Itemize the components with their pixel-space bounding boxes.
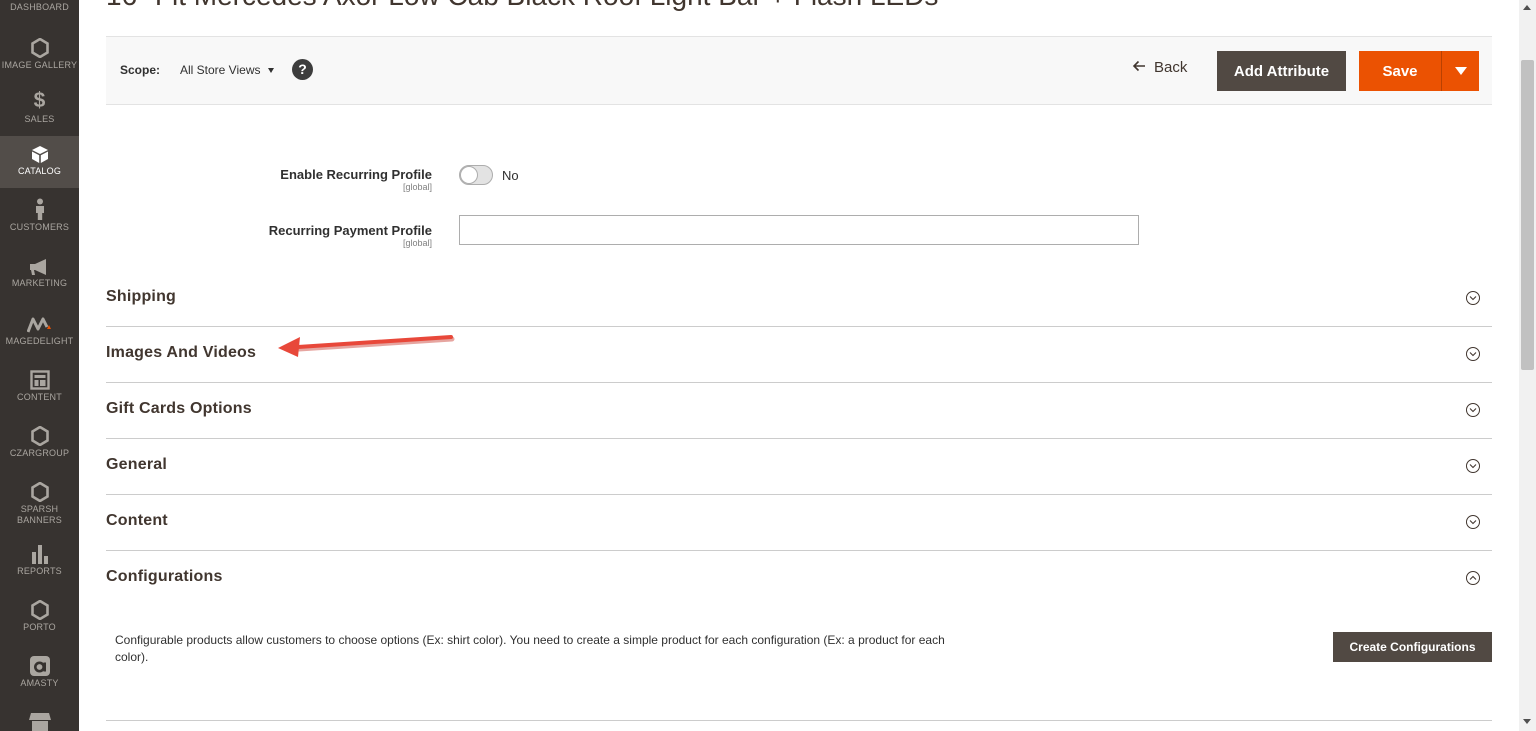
section-title: General — [106, 456, 167, 473]
chevron-up-icon — [1466, 571, 1480, 585]
chevron-down-icon — [1466, 403, 1480, 417]
nav-item-dashboard[interactable]: DASHBOARD — [0, 0, 79, 24]
scope-value: All Store Views — [180, 63, 261, 77]
page-title: 16" Fit Mercedes Axor Low Cab Black Roof… — [106, 0, 938, 10]
scope-switcher[interactable]: All Store Views — [180, 63, 275, 77]
layout-icon — [29, 366, 50, 390]
enable-recurring-profile-value: No — [502, 168, 519, 183]
hexagon-icon — [30, 422, 49, 446]
nav-label-customers: CUSTOMERS — [9, 222, 70, 232]
back-button-label: Back — [1154, 59, 1188, 76]
nav-label-amasty: AMASTY — [20, 678, 59, 688]
help-icon[interactable]: ? — [292, 59, 313, 80]
hexagon-icon — [30, 34, 49, 58]
nav-item-reports[interactable]: REPORTS — [0, 540, 79, 582]
page-scrollbar[interactable] — [1519, 0, 1536, 731]
nav-label-image-gallery: IMAGE GALLERY — [1, 60, 78, 70]
scrollbar-thumb[interactable] — [1521, 60, 1534, 370]
chevron-down-icon — [1454, 67, 1467, 75]
nav-item-porto[interactable]: PORTO — [0, 596, 79, 638]
section-title: Images And Videos — [106, 344, 257, 361]
scroll-up-icon[interactable] — [1523, 5, 1531, 10]
nav-item-amasty[interactable]: AMASTY — [0, 652, 79, 694]
section-title: Shipping — [106, 288, 177, 305]
section-shipping[interactable]: Shipping — [106, 271, 1492, 327]
chevron-down-icon — [268, 67, 275, 73]
section-content[interactable]: Content — [106, 495, 1492, 551]
nav-item-stores[interactable] — [0, 708, 79, 731]
nav-label-sparsh-banners: SPARSH BANNERS — [17, 504, 62, 525]
nav-item-image-gallery[interactable]: IMAGE GALLERY — [0, 34, 79, 84]
nav-label-reports: REPORTS — [17, 566, 62, 576]
section-title: Configurations — [106, 568, 223, 585]
add-attribute-button[interactable]: Add Attribute — [1217, 51, 1346, 91]
nav-label-content: CONTENT — [17, 392, 62, 402]
nav-item-magedelight[interactable]: MAGEDELIGHT — [0, 310, 79, 356]
nav-label-catalog: CATALOG — [17, 166, 62, 176]
nav-label-czargroup: CZARGROUP — [9, 448, 70, 458]
admin-sidebar: DASHBOARD IMAGE GALLERY $ SALES CATALOG … — [0, 0, 79, 731]
arrow-left-icon — [1132, 59, 1146, 76]
section-divider — [106, 720, 1492, 721]
nav-label-sales: SALES — [24, 114, 55, 124]
nav-item-marketing[interactable]: MARKETING — [0, 252, 79, 298]
hexagon-icon — [30, 596, 49, 620]
section-title: Content — [106, 512, 168, 529]
section-title: Gift Cards Options — [106, 400, 252, 417]
enable-recurring-profile-toggle[interactable] — [459, 165, 493, 185]
nav-label-porto: PORTO — [23, 622, 56, 632]
amasty-icon — [29, 652, 50, 676]
field-scope-global: [global] — [402, 182, 432, 192]
save-options-toggle[interactable] — [1441, 51, 1479, 91]
recurring-payment-profile-label-text: Recurring Payment Profile — [268, 223, 432, 238]
save-split-button: Save — [1359, 51, 1479, 91]
megaphone-icon — [29, 252, 51, 276]
toggle-knob — [460, 166, 478, 184]
back-button[interactable]: Back — [1132, 59, 1187, 76]
nav-item-czargroup[interactable]: CZARGROUP — [0, 422, 79, 464]
nav-item-catalog[interactable]: CATALOG — [0, 136, 79, 188]
scope-label: Scope: — [120, 63, 161, 77]
annotation-arrow-icon — [278, 335, 455, 357]
nav-item-content[interactable]: CONTENT — [0, 366, 79, 408]
chevron-down-icon — [1466, 459, 1480, 473]
scroll-down-icon[interactable] — [1523, 719, 1531, 724]
enable-recurring-profile-label: Enable Recurring Profile [global] — [280, 167, 432, 193]
section-configurations[interactable]: Configurations — [106, 551, 1492, 607]
recurring-payment-profile-label: Recurring Payment Profile [global] — [268, 223, 432, 249]
magedelight-icon — [26, 310, 53, 334]
nav-label-magedelight: MAGEDELIGHT — [5, 336, 74, 346]
nav-label-dashboard: DASHBOARD — [10, 2, 69, 12]
nav-label-marketing: MARKETING — [11, 278, 68, 288]
nav-item-sparsh-banners[interactable]: SPARSH BANNERS — [0, 478, 79, 530]
create-configurations-button[interactable]: Create Configurations — [1333, 632, 1492, 662]
chevron-down-icon — [1466, 347, 1480, 361]
dollar-icon: $ — [33, 89, 46, 112]
field-scope-global: [global] — [402, 238, 432, 248]
save-button[interactable]: Save — [1359, 51, 1441, 91]
store-icon — [28, 708, 51, 731]
section-general[interactable]: General — [106, 439, 1492, 495]
page-actions-bar: Scope: All Store Views ? Back Add Attrib… — [106, 36, 1492, 105]
person-icon — [34, 196, 46, 220]
nav-item-sales[interactable]: $ SALES — [0, 88, 79, 134]
nav-item-customers[interactable]: CUSTOMERS — [0, 196, 79, 242]
enable-recurring-profile-label-text: Enable Recurring Profile — [280, 167, 432, 182]
hexagon-icon — [30, 478, 49, 502]
configurations-description: Configurable products allow customers to… — [115, 633, 945, 664]
bar-chart-icon — [31, 540, 49, 564]
recurring-payment-profile-input[interactable] — [459, 215, 1139, 245]
chevron-down-icon — [1466, 291, 1480, 305]
box-icon — [31, 144, 49, 164]
section-gift-cards-options[interactable]: Gift Cards Options — [106, 383, 1492, 439]
chevron-down-icon — [1466, 515, 1480, 529]
